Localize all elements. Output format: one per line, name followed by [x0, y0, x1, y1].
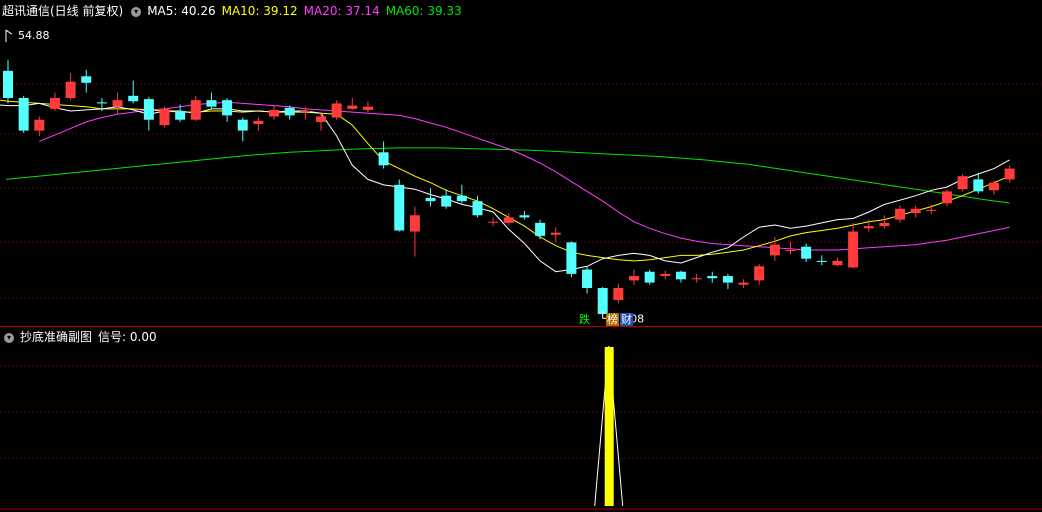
candle-body — [973, 179, 984, 192]
candle-body — [284, 107, 295, 116]
candle-body — [738, 282, 749, 285]
candle-body — [456, 195, 467, 202]
candle-body — [112, 100, 123, 107]
high-marker — [5, 29, 13, 43]
candle-body — [488, 221, 499, 223]
candle-body — [49, 98, 60, 109]
candle-body — [394, 184, 405, 231]
candle-body — [128, 95, 139, 102]
candle-body — [832, 260, 843, 266]
candle-body — [96, 102, 107, 104]
candle-body — [222, 100, 233, 116]
candle-body — [863, 226, 874, 229]
ma-line-ma10 — [0, 99, 1010, 262]
candle-body — [472, 201, 483, 216]
candle-body — [675, 271, 686, 280]
candle-body — [754, 266, 765, 281]
candle-body — [942, 191, 952, 204]
candle-body — [65, 81, 76, 98]
candle-body — [660, 273, 671, 277]
candle-body — [550, 232, 561, 235]
candle-body — [816, 260, 827, 262]
candle-body — [895, 208, 906, 220]
candle-body — [441, 195, 452, 207]
event-tag[interactable]: 榜 — [606, 313, 619, 326]
candle-body — [910, 208, 921, 214]
candle-body — [769, 244, 780, 256]
ma-line-ma60 — [5, 147, 1010, 204]
event-tag[interactable]: 跌 — [578, 313, 591, 326]
candle-body — [143, 99, 154, 120]
candle-body — [879, 222, 890, 227]
candle-body — [81, 76, 92, 83]
candle-body — [691, 278, 702, 280]
candle-body — [519, 215, 530, 218]
candle-body — [597, 288, 608, 315]
candle-body — [3, 70, 13, 98]
candle-body — [613, 288, 624, 300]
candle-body — [503, 217, 514, 223]
candle-body — [926, 209, 937, 211]
candle-body — [409, 215, 420, 232]
candle-body — [300, 111, 311, 113]
candle-body — [801, 246, 812, 259]
candle-body — [582, 269, 593, 288]
candle-body — [722, 276, 733, 283]
candle-body — [629, 276, 639, 281]
candle-body — [253, 120, 264, 125]
signal-bar — [604, 347, 614, 506]
candle-body — [18, 98, 29, 131]
candle-body — [159, 108, 170, 126]
high-price-label: 54.88 — [18, 29, 50, 42]
candle-body — [535, 222, 546, 236]
candle-body — [707, 276, 718, 279]
candle-body — [347, 105, 358, 109]
candle-body — [269, 109, 280, 117]
candle-body — [190, 100, 201, 120]
candle-body — [425, 197, 436, 202]
event-tag[interactable]: 财 — [620, 313, 633, 326]
candle-body — [566, 242, 577, 274]
candle-body — [378, 152, 389, 166]
candle-body — [34, 119, 45, 131]
candle-body — [175, 111, 186, 120]
candle-body — [848, 231, 859, 268]
candle-body — [206, 100, 217, 107]
candle-body — [1004, 168, 1015, 180]
stock-chart[interactable]: 54.8829.08 — [0, 0, 1042, 512]
candle-body — [331, 103, 342, 118]
candle-body — [362, 106, 373, 110]
candle-body — [785, 250, 796, 251]
candle-body — [957, 176, 968, 190]
candle-body — [644, 271, 655, 283]
candle-body — [988, 182, 999, 191]
candle-body — [237, 119, 248, 131]
candle-body — [316, 116, 326, 122]
